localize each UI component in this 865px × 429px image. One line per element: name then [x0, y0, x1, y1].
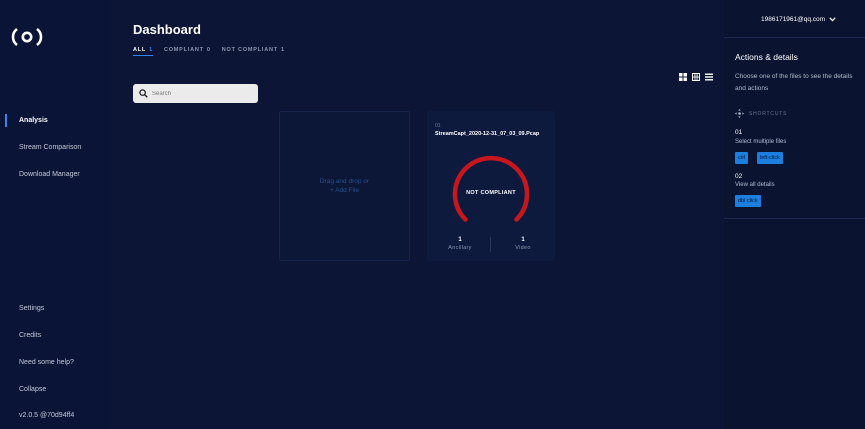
add-file-link[interactable]: + Add File [330, 186, 359, 195]
chevron-down-icon [829, 17, 836, 22]
shortcuts-label: SHORTCUTS [749, 110, 788, 117]
active-nav-indicator [5, 114, 7, 127]
shortcut-number: 01 [735, 129, 743, 136]
user-menu[interactable]: 1986171961@qq.com [761, 16, 836, 23]
filter-tabs: ALL 1 COMPLIANT 0 NOT COMPLIANT 1 [133, 47, 285, 56]
search-input[interactable] [152, 90, 252, 97]
tab-count: 1 [149, 47, 153, 53]
shortcuts-header: SHORTCUTS [735, 109, 787, 118]
stat-label: Ancillary [448, 245, 472, 251]
large-grid-icon[interactable] [679, 68, 687, 81]
search-box[interactable] [133, 84, 258, 103]
sidebar-item-settings[interactable]: Settings [19, 305, 44, 312]
tab-not-compliant[interactable]: NOT COMPLIANT 1 [222, 47, 285, 56]
sidebar-item-analysis[interactable]: Analysis [19, 117, 48, 124]
main-content: Dashboard ALL 1 COMPLIANT 0 NOT COMPLIANT 1… [111, 0, 724, 429]
tab-all[interactable]: ALL 1 [133, 47, 153, 56]
stat-value: 1 [521, 237, 525, 243]
compliance-status: NOT COMPLIANT [466, 190, 516, 196]
key-badge-left-click: left-click [757, 152, 783, 164]
version-label: v2.0.5 @70d94ff4 [19, 412, 75, 419]
list-icon[interactable] [705, 68, 713, 81]
sidebar-item-collapse[interactable]: Collapse [19, 386, 46, 393]
logo-icon[interactable] [11, 26, 43, 48]
file-index: 01 [435, 123, 441, 129]
stat-ancillary: 1 Ancillary [435, 237, 485, 251]
shortcut-number: 02 [735, 173, 743, 180]
panel-divider [724, 218, 865, 219]
move-icon [735, 109, 744, 118]
user-email: 1986171961@qq.com [761, 16, 826, 23]
tab-count: 1 [280, 47, 285, 53]
panel-divider [724, 37, 865, 38]
small-grid-icon[interactable] [692, 68, 700, 81]
file-name: StreamCapt_2020-12-31_07_03_09.Pcap [435, 131, 540, 137]
tab-count: 0 [206, 47, 211, 53]
tab-label: ALL [133, 47, 147, 53]
stat-label: Video [515, 245, 531, 251]
view-toggle [679, 68, 713, 81]
panel-description: Choose one of the files to see the detai… [735, 73, 853, 92]
stat-divider [490, 237, 491, 252]
sidebar-item-credits[interactable]: Credits [19, 332, 41, 339]
sidebar-item-stream-comparison[interactable]: Stream Comparison [19, 144, 81, 151]
tab-compliant[interactable]: COMPLIANT 0 [164, 47, 211, 56]
file-card[interactable]: 01 StreamCapt_2020-12-31_07_03_09.Pcap N… [427, 111, 555, 261]
panel-title: Actions & details [735, 52, 798, 62]
file-dropzone[interactable]: Drag and drop or + Add File [279, 111, 410, 261]
tab-label: COMPLIANT [163, 47, 204, 53]
search-icon [139, 89, 148, 98]
shortcut-description: Select multiple files [735, 139, 787, 145]
shortcut-description: View all details [735, 182, 775, 188]
key-badge-dbl-click: dbl click [735, 195, 761, 207]
sidebar-item-download-manager[interactable]: Download Manager [19, 171, 80, 178]
tab-label: NOT COMPLIANT [221, 47, 278, 53]
key-badge-ctrl: ctrl [735, 152, 749, 164]
sidebar-item-help[interactable]: Need some help? [19, 359, 74, 366]
dropzone-text: Drag and drop or [319, 178, 370, 185]
details-panel: 1986171961@qq.com Actions & details Choo… [724, 0, 865, 429]
page-title: Dashboard [133, 22, 201, 37]
stat-video: 1 Video [498, 237, 548, 251]
stat-value: 1 [458, 237, 462, 243]
sidebar: Analysis Stream Comparison Download Mana… [0, 0, 111, 429]
